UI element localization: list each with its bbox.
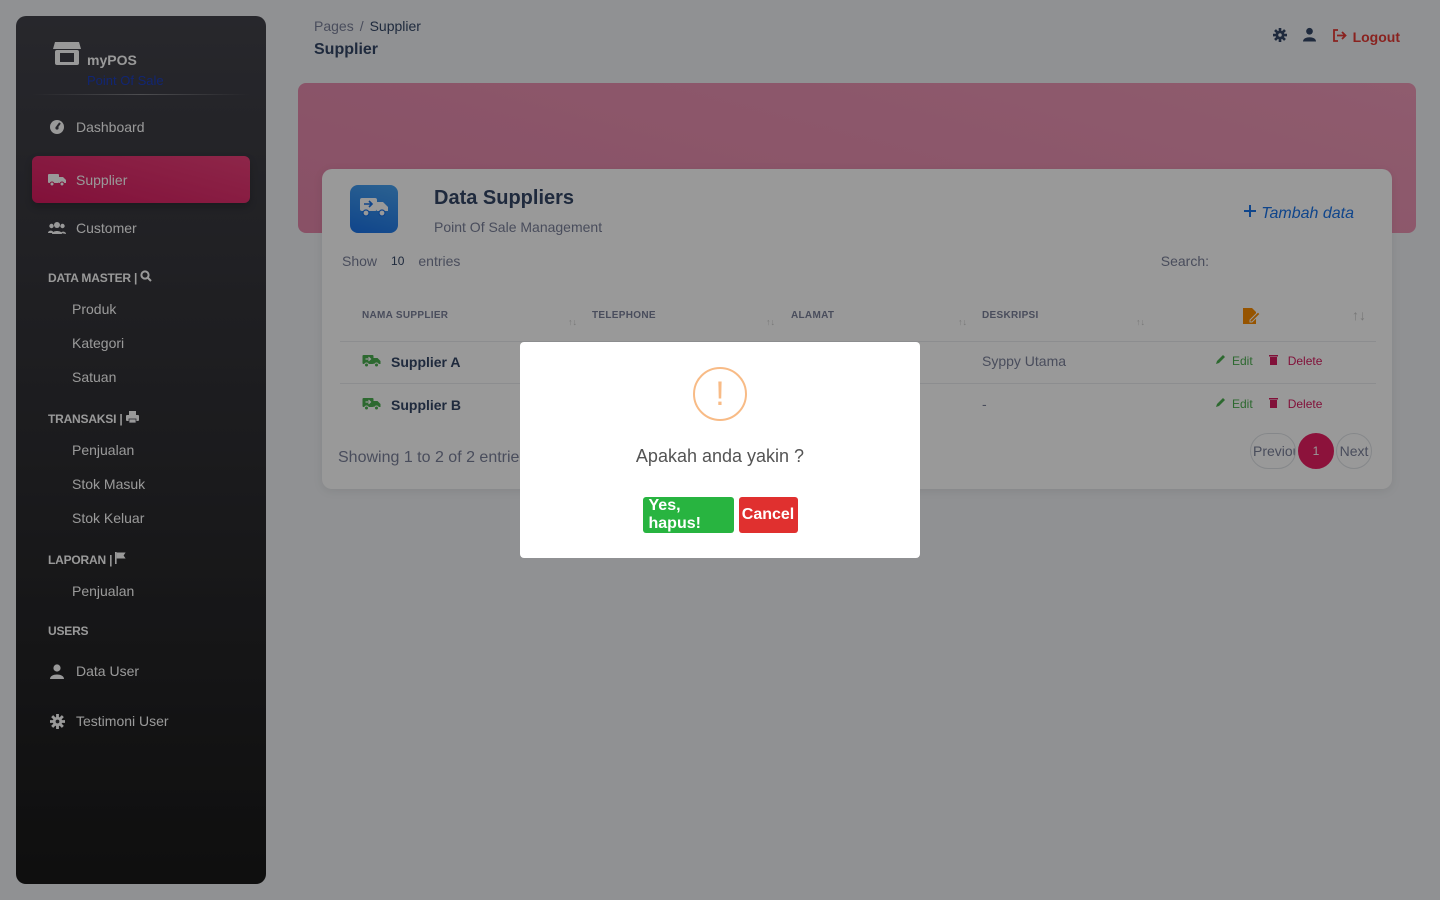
confirm-delete-button[interactable]: Yes, hapus! <box>642 497 734 533</box>
dialog-message: Apakah anda yakin ? <box>635 446 805 466</box>
dialog-actions: Yes, hapus! Cancel <box>520 497 920 533</box>
confirm-dialog: ! Apakah anda yakin ? Yes, hapus! Cancel <box>520 342 920 558</box>
cancel-button[interactable]: Cancel <box>738 497 798 533</box>
warning-icon: ! <box>693 367 747 421</box>
